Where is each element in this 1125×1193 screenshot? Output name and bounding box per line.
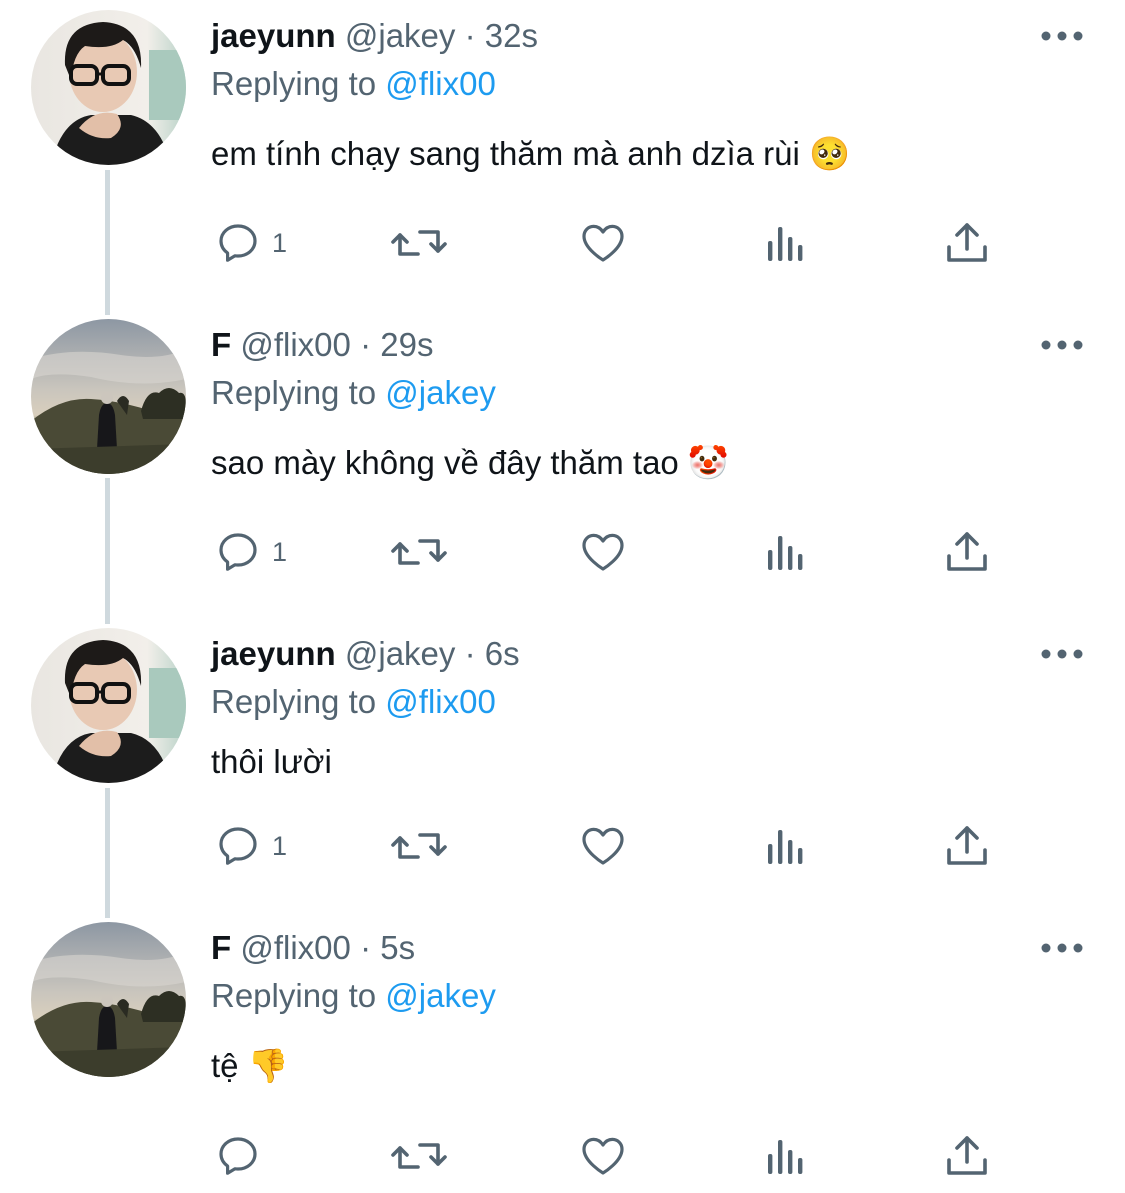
- reply-bubble-icon: [219, 224, 257, 262]
- reply-bubble-icon: [219, 533, 257, 571]
- tweet-header: F @flix00 · 29s: [211, 325, 433, 365]
- replying-to-line: Replying to @flix00: [211, 682, 496, 722]
- share-button[interactable]: [944, 1131, 990, 1181]
- separator-dot: ·: [360, 326, 372, 363]
- replying-to-label: Replying to: [211, 977, 377, 1014]
- retweet-icon: [391, 1143, 447, 1169]
- avatar[interactable]: [31, 10, 186, 165]
- display-name[interactable]: jaeyunn: [211, 635, 336, 672]
- tweet-text: thôi lười: [211, 743, 332, 780]
- tweet-header: jaeyunn @jakey · 6s: [211, 634, 520, 674]
- retweet-button[interactable]: [390, 1131, 448, 1181]
- replying-to-line: Replying to @jakey: [211, 373, 496, 413]
- separator-dot: ·: [464, 635, 476, 672]
- tweet-actions: 1: [0, 527, 1125, 577]
- avatar[interactable]: [31, 319, 186, 474]
- replying-to-mention[interactable]: @flix00: [385, 683, 496, 720]
- avatar[interactable]: [31, 628, 186, 783]
- tweet-actions: 1: [0, 218, 1125, 268]
- timestamp[interactable]: 29s: [380, 326, 433, 363]
- more-horizontal-icon[interactable]: [1040, 938, 1084, 958]
- views-bar-chart-icon: [768, 1140, 803, 1174]
- tweet-header: jaeyunn @jakey · 32s: [211, 16, 538, 56]
- heart-icon: [582, 533, 624, 571]
- like-button[interactable]: [578, 821, 628, 871]
- retweet-icon: [391, 833, 447, 859]
- timestamp[interactable]: 6s: [485, 635, 520, 672]
- replying-to-label: Replying to: [211, 65, 377, 102]
- user-handle[interactable]: @flix00: [240, 929, 351, 966]
- share-upload-icon: [947, 223, 987, 262]
- tweet-header: F @flix00 · 5s: [211, 928, 415, 968]
- more-horizontal-icon[interactable]: [1040, 335, 1084, 355]
- user-handle[interactable]: @flix00: [240, 326, 351, 363]
- tweet-text: tệ 👎: [211, 1047, 289, 1084]
- tweet-text: sao mày không về đây thăm tao 🤡: [211, 444, 730, 481]
- display-name[interactable]: F: [211, 326, 231, 363]
- reply-button[interactable]: 1: [214, 821, 287, 871]
- replying-to-line: Replying to @flix00: [211, 64, 496, 104]
- heart-icon: [582, 224, 624, 262]
- views-bar-chart-icon: [768, 830, 803, 864]
- replying-to-mention[interactable]: @flix00: [385, 65, 496, 102]
- retweet-button[interactable]: [390, 821, 448, 871]
- like-button[interactable]: [578, 218, 628, 268]
- heart-icon: [582, 1137, 624, 1175]
- avatar[interactable]: [31, 922, 186, 1077]
- share-button[interactable]: [944, 527, 990, 577]
- reply-bubble-icon: [219, 1137, 257, 1175]
- more-horizontal-icon[interactable]: [1040, 644, 1084, 664]
- retweet-icon: [391, 230, 447, 256]
- user-handle[interactable]: @jakey: [345, 635, 456, 672]
- share-upload-icon: [947, 532, 987, 571]
- reply-button[interactable]: [214, 1131, 272, 1181]
- share-upload-icon: [947, 826, 987, 865]
- display-name[interactable]: F: [211, 929, 231, 966]
- reply-button[interactable]: 1: [214, 218, 287, 268]
- views-button[interactable]: [766, 218, 806, 268]
- person-with-glasses-avatar: [31, 10, 186, 165]
- like-button[interactable]: [578, 1131, 628, 1181]
- person-with-glasses-avatar: [31, 628, 186, 783]
- reply-button[interactable]: 1: [214, 527, 287, 577]
- heart-icon: [582, 827, 624, 865]
- tweet-actions: [0, 1131, 1125, 1181]
- share-button[interactable]: [944, 821, 990, 871]
- replying-to-mention[interactable]: @jakey: [385, 374, 496, 411]
- replying-to-line: Replying to @jakey: [211, 976, 496, 1016]
- timestamp[interactable]: 32s: [485, 17, 538, 54]
- more-horizontal-icon[interactable]: [1040, 26, 1084, 46]
- like-button[interactable]: [578, 527, 628, 577]
- replying-to-label: Replying to: [211, 683, 377, 720]
- separator-dot: ·: [360, 929, 372, 966]
- tweet-text: em tính chạy sang thăm mà anh dzìa rùi 🥺: [211, 135, 851, 172]
- reply-bubble-icon: [219, 827, 257, 865]
- share-upload-icon: [947, 1136, 987, 1175]
- display-name[interactable]: jaeyunn: [211, 17, 336, 54]
- retweet-button[interactable]: [390, 527, 448, 577]
- person-in-field-avatar: [31, 319, 186, 474]
- reply-count: 1: [272, 831, 288, 861]
- replying-to-mention[interactable]: @jakey: [385, 977, 496, 1014]
- views-bar-chart-icon: [768, 536, 803, 570]
- user-handle[interactable]: @jakey: [345, 17, 456, 54]
- views-button[interactable]: [766, 527, 806, 577]
- reply-count: 1: [272, 228, 288, 258]
- replying-to-label: Replying to: [211, 374, 377, 411]
- views-bar-chart-icon: [768, 227, 803, 261]
- reply-count: 1: [272, 537, 288, 567]
- share-button[interactable]: [944, 218, 990, 268]
- views-button[interactable]: [766, 1131, 806, 1181]
- separator-dot: ·: [464, 17, 476, 54]
- tweet-actions: 1: [0, 821, 1125, 871]
- retweet-button[interactable]: [390, 218, 448, 268]
- timestamp[interactable]: 5s: [380, 929, 415, 966]
- retweet-icon: [391, 539, 447, 565]
- views-button[interactable]: [766, 821, 806, 871]
- person-in-field-avatar: [31, 922, 186, 1077]
